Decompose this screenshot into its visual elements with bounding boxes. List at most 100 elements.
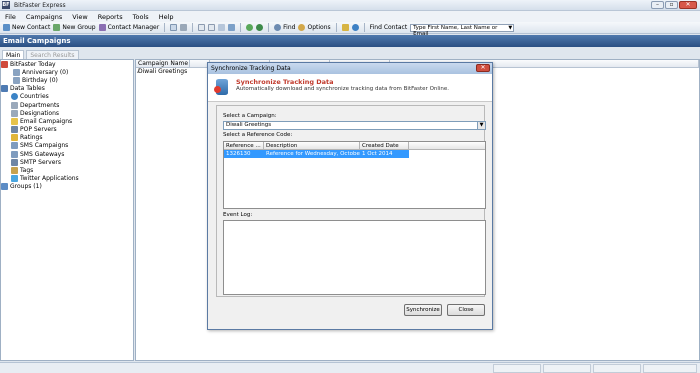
maximize-button[interactable]: ▫ (665, 1, 678, 9)
toolbar-separator (268, 23, 270, 32)
calendar-icon (13, 68, 20, 76)
event-log[interactable] (223, 220, 486, 295)
dialog-close-button[interactable]: ✕ (476, 64, 490, 72)
copy-icon[interactable] (208, 24, 216, 31)
menu-help[interactable]: Help (159, 13, 174, 21)
menu-reports[interactable]: Reports (98, 13, 123, 21)
tree-item-designations[interactable]: Designations (1, 109, 133, 117)
close-dialog-button[interactable]: Close (447, 304, 485, 316)
column-description[interactable]: Description (264, 142, 360, 149)
tree-item-smtp-servers[interactable]: SMTP Servers (1, 158, 133, 166)
tree-item-ratings[interactable]: Ratings (1, 134, 133, 142)
cell-created-date: 1 Oct 2014 (362, 151, 393, 157)
campaign-select[interactable]: Diwali Greetings ▼ (223, 121, 486, 130)
star-icon (11, 134, 18, 142)
find-button[interactable]: Find (274, 24, 295, 31)
sync-icon[interactable] (256, 24, 264, 31)
tree-item-email-campaigns[interactable]: Email Campaigns (1, 117, 133, 125)
column-created-date[interactable]: Created Date (360, 142, 409, 149)
gateway-icon (11, 150, 18, 158)
address-book-icon (98, 24, 106, 31)
select-reference-label: Select a Reference Code: (223, 132, 293, 138)
chevron-down-icon[interactable]: ▼ (508, 25, 512, 31)
synchronize-button[interactable]: Synchronize (404, 304, 442, 316)
tree-item-groups[interactable]: Groups (1) (1, 183, 133, 191)
people-icon[interactable] (228, 24, 236, 31)
lock-icon[interactable] (341, 24, 349, 31)
menu-campaigns[interactable]: Campaigns (26, 13, 62, 21)
group-icon (1, 183, 8, 191)
dialog-title-bar: Synchronize Tracking Data ✕ (208, 63, 492, 74)
tree-item-data-tables[interactable]: Data Tables (1, 85, 133, 93)
tree-item-anniversary[interactable]: Anniversary (0) (1, 68, 133, 76)
toolbar-separator (240, 23, 242, 32)
dialog-subheading: Automatically download and synchronize t… (236, 86, 450, 92)
toolbar-separator (363, 23, 365, 32)
department-icon (11, 101, 18, 109)
dialog-header: Synchronize Tracking Data Automatically … (208, 74, 492, 102)
search-icon (274, 24, 282, 31)
window-title: BitFaster Express (14, 2, 66, 9)
calendar-icon (13, 76, 20, 84)
menu-tools[interactable]: Tools (133, 13, 149, 21)
table-row[interactable]: 1326130 Reference for Wednesday, Octobe.… (224, 150, 409, 158)
chevron-down-icon[interactable]: ▼ (477, 122, 485, 129)
email-icon[interactable] (170, 24, 178, 31)
find-contact-label: Find Contact (369, 24, 408, 31)
tree-item-today[interactable]: BitFaster Today (1, 60, 133, 68)
status-cell (593, 364, 641, 373)
title-bar: BF BitFaster Express – ▫ ✕ (0, 0, 700, 11)
menu-bar: File Campaigns View Reports Tools Help (0, 11, 700, 22)
page-title: Email Campaigns (0, 35, 700, 47)
gear-icon (298, 24, 306, 31)
tab-main[interactable]: Main (2, 50, 25, 59)
tree-item-departments[interactable]: Departments (1, 101, 133, 109)
left-tabs: Main Search Results (0, 48, 134, 59)
menu-view[interactable]: View (72, 13, 87, 21)
toolbar-separator (192, 23, 194, 32)
help-icon[interactable] (351, 24, 359, 31)
cell-reference: 1326130 (226, 151, 251, 157)
column-campaign-name[interactable]: Campaign Name ⁄ (136, 60, 190, 75)
server-icon (11, 126, 18, 134)
status-cell (493, 364, 541, 373)
twitter-icon (11, 175, 18, 183)
tree-item-tags[interactable]: Tags (1, 166, 133, 175)
new-contact-button[interactable]: New Contact (3, 24, 50, 31)
group-icon (53, 24, 61, 31)
app-icon: BF (2, 1, 10, 9)
cell-description: Reference for Wednesday, Octobe... (266, 151, 360, 157)
options-button[interactable]: Options (298, 24, 331, 31)
toolbar: New Contact New Group Contact Manager Fi… (0, 22, 700, 37)
navigation-tree: BitFaster Today Anniversary (0) Birthday… (0, 59, 134, 361)
close-button[interactable]: ✕ (679, 1, 697, 9)
dialog-heading: Synchronize Tracking Data (236, 78, 334, 86)
tab-search-results[interactable]: Search Results (26, 50, 79, 59)
tree-item-pop-servers[interactable]: POP Servers (1, 126, 133, 134)
contact-manager-button[interactable]: Contact Manager (98, 24, 159, 31)
dialog-groupbox: Select a Campaign: Diwali Greetings ▼ Se… (216, 105, 486, 297)
column-reference[interactable]: Reference ... (224, 142, 264, 149)
minimize-button[interactable]: – (651, 1, 664, 9)
select-campaign-label: Select a Campaign: (223, 113, 277, 119)
new-group-button[interactable]: New Group (53, 24, 96, 31)
reference-grid: Reference ... Description Created Date 1… (223, 141, 486, 209)
tree-item-sms-gateways[interactable]: SMS Gateways (1, 150, 133, 158)
tree-item-twitter[interactable]: Twitter Applications (1, 175, 133, 183)
server-icon (11, 158, 18, 166)
toolbar-separator (164, 23, 166, 32)
tree-item-birthday[interactable]: Birthday (0) (1, 76, 133, 84)
find-contact-input[interactable]: Type First Name, Last Name or Email ▼ (410, 23, 515, 37)
list-icon[interactable] (218, 24, 226, 31)
globe-icon (11, 93, 18, 101)
tree-item-sms-campaigns[interactable]: SMS Campaigns (1, 142, 133, 150)
designation-icon (11, 109, 18, 117)
status-cell (543, 364, 591, 373)
menu-file[interactable]: File (5, 13, 16, 21)
calendar-icon (1, 60, 8, 68)
sync-dialog: Synchronize Tracking Data ✕ Synchronize … (207, 62, 493, 330)
tree-item-countries[interactable]: Countries (1, 93, 133, 101)
page-icon[interactable] (198, 24, 206, 31)
refresh-icon[interactable] (246, 24, 254, 31)
mobile-icon[interactable] (180, 24, 188, 31)
